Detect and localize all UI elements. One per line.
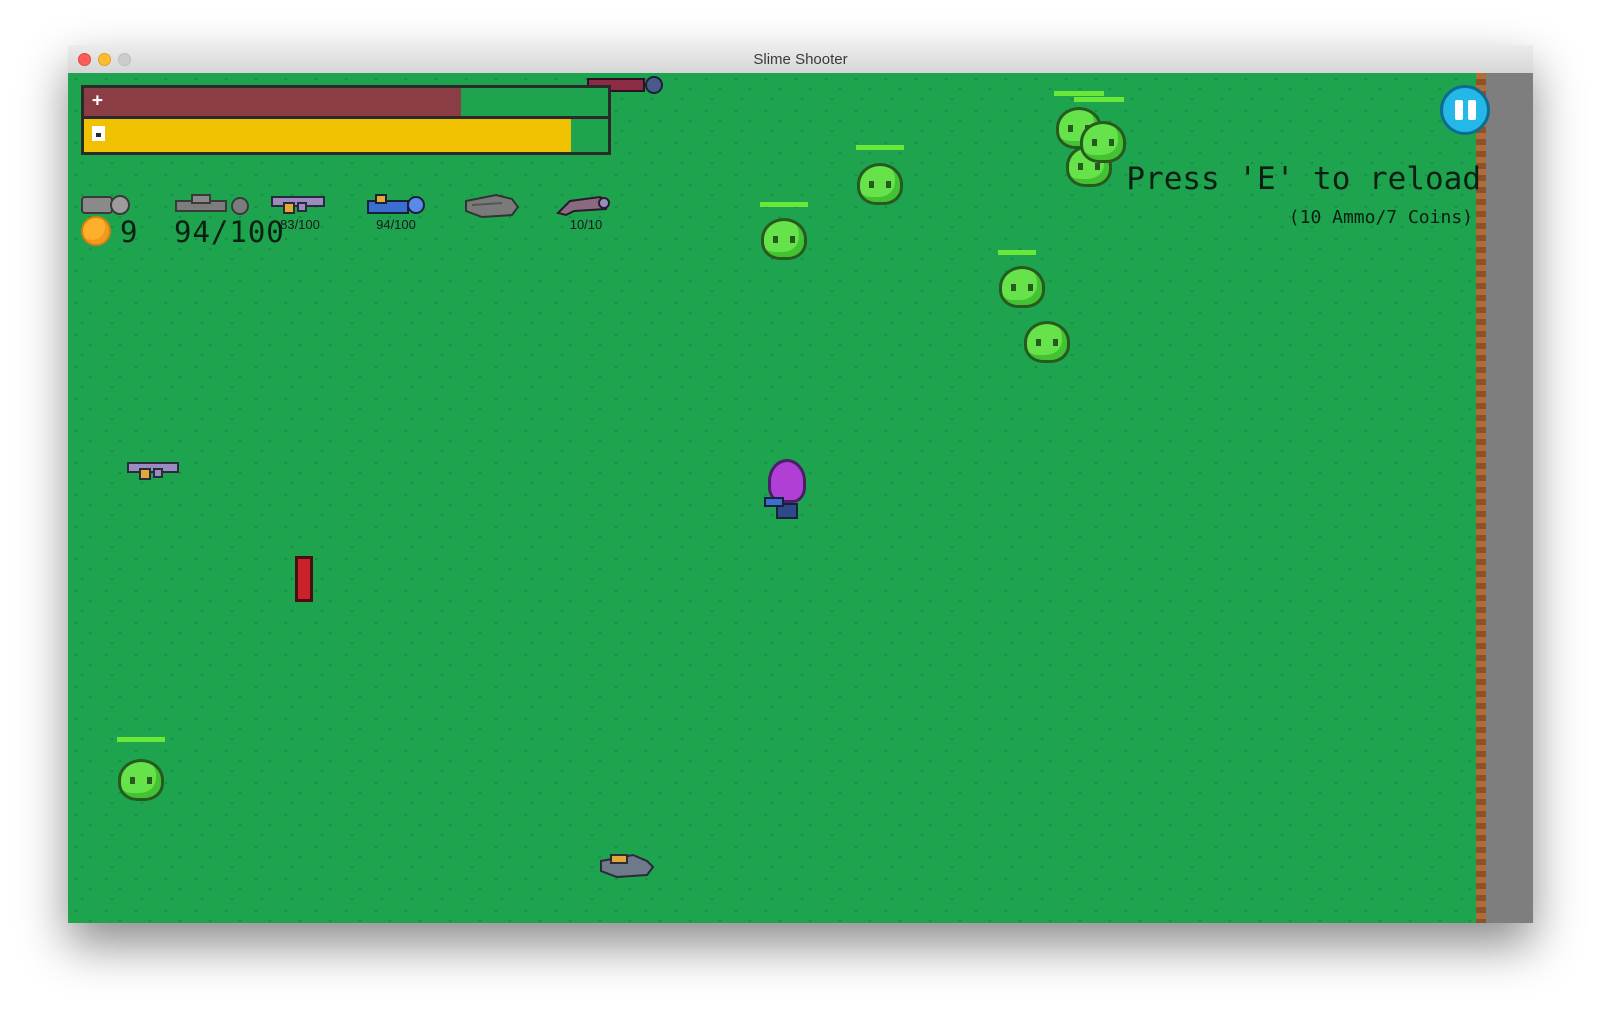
slime-enemy (999, 266, 1045, 308)
cannon-weapon-icon (81, 195, 130, 215)
slime-health-bar (998, 250, 1036, 255)
weapon-slot-shotgun[interactable]: 10/10 (556, 193, 614, 232)
minigun-weapon-icon (465, 193, 520, 219)
status-bars: + (81, 85, 611, 155)
ammo-count: 94/100 (174, 215, 285, 249)
slime-health-bar (1074, 97, 1124, 102)
slime-enemy (1024, 321, 1070, 363)
plus-icon: + (92, 90, 103, 111)
blaster-weapon-icon (271, 196, 325, 214)
player-gun (764, 497, 784, 507)
energy-bar (84, 119, 608, 152)
slime-enemy (761, 218, 807, 260)
pause-icon-bar (1468, 100, 1476, 120)
slime-health-bar (856, 145, 904, 150)
weapon-ammo-label: 10/10 (569, 217, 603, 232)
slime-enemy (118, 759, 164, 801)
pause-button[interactable] (1440, 85, 1490, 135)
reload-message: Press 'E' to reload (1126, 161, 1481, 197)
plasma-rifle-weapon-icon (367, 194, 425, 214)
game-window: Slime Shooter + 83/100 94/100 10/10 9 94… (68, 45, 1533, 923)
window-title: Slime Shooter (753, 51, 848, 68)
coin-icon (81, 216, 111, 246)
slime-health-bar (117, 737, 165, 742)
shotgun-weapon-icon (556, 195, 610, 217)
game-canvas[interactable]: + 83/100 94/100 10/10 9 94/100 Press 'E'… (68, 73, 1533, 923)
slime-enemy (857, 163, 903, 205)
reload-cost: (10 Ammo/7 Coins) (1288, 207, 1473, 228)
health-bar: + (84, 88, 608, 119)
weapon-slot-plasma-rifle[interactable]: 94/100 (366, 193, 425, 232)
pause-icon (1455, 100, 1463, 120)
health-bar-fill (84, 88, 462, 116)
coin-count: 9 (120, 215, 138, 249)
slime-health-bar (1054, 91, 1104, 96)
battery-icon (92, 126, 105, 141)
slime-health-bar (760, 202, 808, 207)
slime-enemy (1080, 121, 1126, 163)
weapon-ammo-label: 94/100 (376, 217, 416, 232)
player-character (764, 459, 810, 521)
weapon-slot-minigun[interactable] (462, 193, 520, 221)
wall-edge (1476, 73, 1486, 923)
energy-bar-fill (84, 119, 572, 152)
title-bar: Slime Shooter (68, 45, 1533, 74)
blaster-pickup[interactable] (126, 459, 182, 481)
heavy-rifle-weapon-icon (175, 194, 249, 215)
minigun-pickup[interactable] (597, 851, 655, 881)
health-potion-pickup[interactable] (295, 556, 313, 602)
